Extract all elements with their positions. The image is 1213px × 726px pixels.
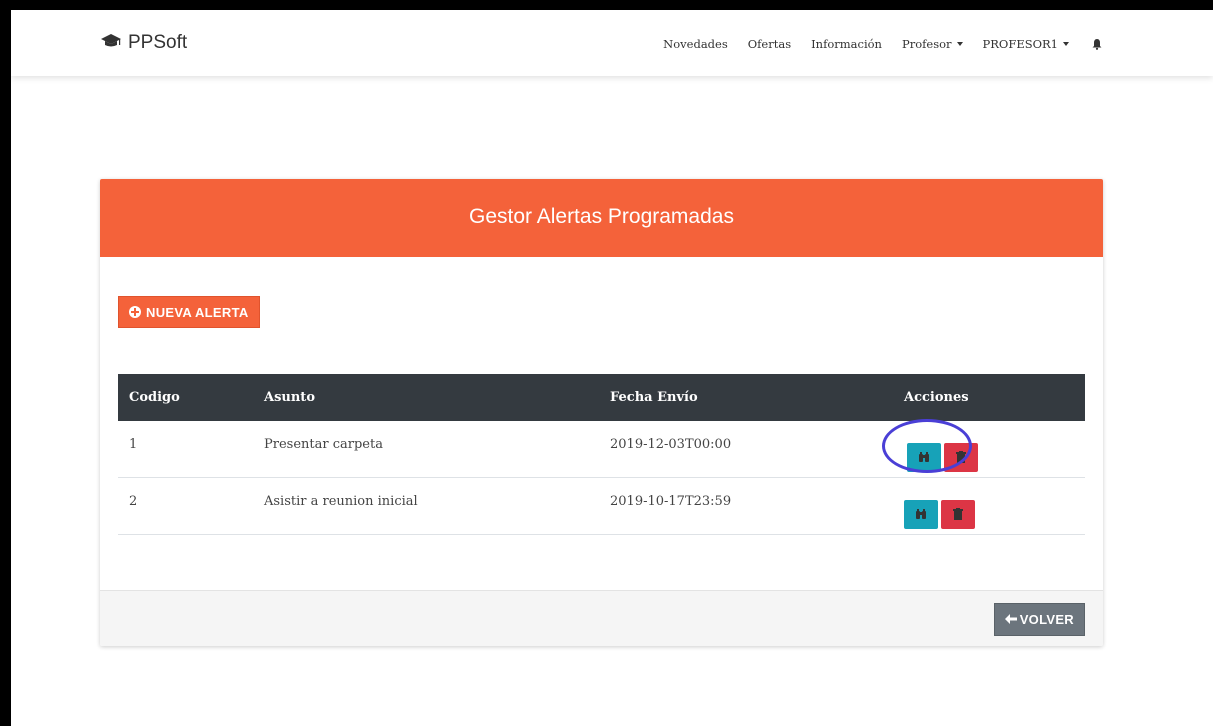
new-alert-button[interactable]: NUEVA ALERTA (118, 296, 260, 328)
cell-asunto: Asistir a reunion inicial (264, 494, 418, 509)
annotation-circle (882, 419, 972, 473)
nav-label: Ofertas (747, 37, 792, 51)
nav-item-profesor-dropdown[interactable]: Profesor (902, 37, 963, 51)
brand[interactable]: PPSoft (101, 32, 187, 54)
screenshot-border-left (0, 0, 11, 726)
back-label: VOLVER (1019, 612, 1074, 627)
cell-codigo: 2 (129, 494, 138, 509)
column-header-asunto: Asunto (264, 390, 315, 405)
trash-icon (953, 508, 963, 520)
cell-asunto: Presentar carpeta (264, 437, 383, 452)
brand-label: PPSoft (128, 32, 188, 53)
caret-down-icon (956, 42, 963, 46)
binoculars-icon (916, 509, 926, 519)
nav-item-user-dropdown[interactable]: PROFESOR1 (983, 37, 1069, 51)
nav-label: PROFESOR1 (982, 37, 1058, 51)
screenshot-border-top (0, 0, 1213, 10)
cell-fecha: 2019-12-03T00:00 (610, 437, 732, 452)
cell-fecha: 2019-10-17T23:59 (610, 494, 732, 509)
new-alert-label: NUEVA ALERTA (146, 304, 249, 320)
nav-menu: Novedades Ofertas Información Profesor P… (643, 37, 1103, 51)
graduation-cap-icon (101, 32, 121, 54)
nav-label: Información (811, 37, 882, 51)
nav-item-novedades[interactable]: Novedades (663, 37, 728, 51)
table-row: 2 Asistir a reunion inicial 2019-10-17T2… (118, 478, 1085, 535)
nav-label: Novedades (663, 37, 728, 51)
arrow-left-icon (1004, 612, 1017, 627)
nav-item-informacion[interactable]: Información (811, 37, 882, 51)
plus-circle-icon (129, 306, 141, 318)
cell-codigo: 1 (129, 437, 138, 452)
row-actions (904, 500, 975, 529)
column-header-codigo: Codigo (129, 390, 180, 405)
column-header-acciones: Acciones (904, 390, 969, 405)
navbar: PPSoft Novedades Ofertas Información Pro… (11, 10, 1213, 76)
column-header-fecha: Fecha Envío (610, 390, 698, 405)
back-button[interactable]: VOLVER (993, 603, 1085, 636)
bell-icon[interactable] (1091, 38, 1103, 50)
card-title: Gestor Alertas Programadas (100, 179, 1103, 257)
delete-button[interactable] (941, 500, 975, 529)
caret-down-icon (1063, 42, 1069, 46)
table-header: Codigo Asunto Fecha Envío Acciones (118, 374, 1085, 421)
view-button[interactable] (904, 500, 938, 529)
nav-label: Profesor (901, 37, 952, 51)
nav-item-ofertas[interactable]: Ofertas (748, 37, 791, 51)
alerts-card: Gestor Alertas Programadas NUEVA ALERTA … (100, 179, 1103, 646)
card-footer: VOLVER (100, 590, 1103, 646)
